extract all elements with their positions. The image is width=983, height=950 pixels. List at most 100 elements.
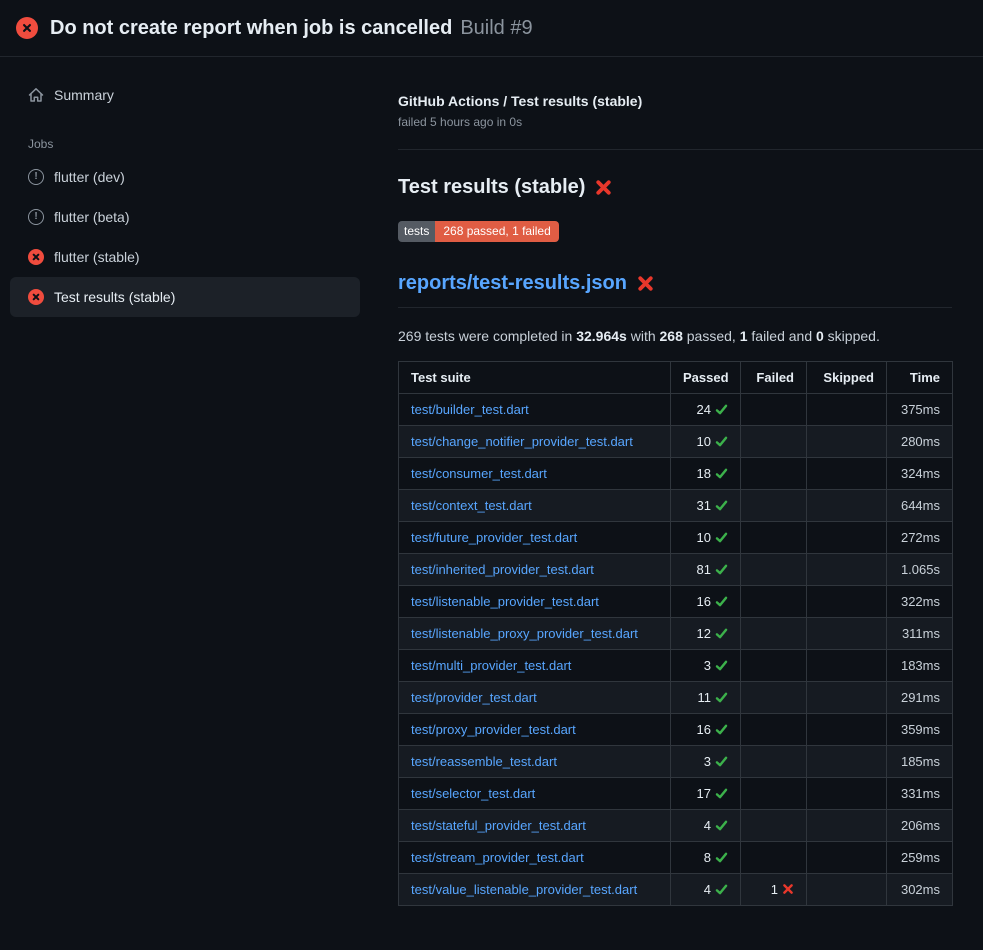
- cell-failed: [741, 394, 807, 426]
- cell-passed: 4: [671, 810, 741, 842]
- check-run-title: Test results (stable): [398, 176, 983, 199]
- check-icon: [715, 883, 728, 896]
- result-row: test/context_test.dart31644ms: [399, 490, 953, 522]
- cell-time: 359ms: [887, 714, 953, 746]
- breadcrumb: GitHub Actions / Test results (stable): [398, 93, 983, 109]
- result-row: test/inherited_provider_test.dart811.065…: [399, 554, 953, 586]
- cell-passed: 10: [671, 426, 741, 458]
- summary-duration: 32.964s: [576, 328, 627, 344]
- cell-time: 311ms: [887, 618, 953, 650]
- cell-time: 322ms: [887, 586, 953, 618]
- check-icon: [715, 403, 728, 416]
- result-row: test/change_notifier_provider_test.dart 1…: [399, 426, 953, 458]
- sidebar-job-flutter-beta[interactable]: !flutter (beta): [10, 197, 360, 237]
- suite-link[interactable]: test/future_provider_test.dart: [411, 530, 577, 545]
- result-row: test/proxy_provider_test.dart16359ms: [399, 714, 953, 746]
- cell-failed: [741, 810, 807, 842]
- suite-link[interactable]: test/stream_provider_test.dart: [411, 850, 584, 865]
- cell-suite: test/stateful_provider_test.dart: [399, 810, 671, 842]
- sidebar-job-test-results-stable[interactable]: Test results (stable): [10, 277, 360, 317]
- suite-link[interactable]: test/value_listenable_provider_test.dart: [411, 882, 637, 897]
- cell-suite: test/provider_test.dart: [399, 682, 671, 714]
- results-table-body: test/builder_test.dart24375mstest/change…: [399, 394, 953, 906]
- sidebar-job-flutter-stable[interactable]: flutter (stable): [10, 237, 360, 277]
- cell-suite: test/builder_test.dart: [399, 394, 671, 426]
- suite-link[interactable]: test/stateful_provider_test.dart: [411, 818, 586, 833]
- cell-passed: 8: [671, 842, 741, 874]
- summary-line: 269 tests were completed in 32.964s with…: [398, 328, 983, 344]
- cell-time: 259ms: [887, 842, 953, 874]
- cell-skipped: [807, 650, 887, 682]
- summary-part: passed,: [683, 328, 740, 344]
- check-icon: [715, 723, 728, 736]
- cell-suite: test/future_provider_test.dart: [399, 522, 671, 554]
- sidebar-job-flutter-dev[interactable]: ! flutter (dev): [10, 157, 360, 197]
- jobs-section-label: Jobs: [28, 137, 360, 151]
- cell-skipped: [807, 778, 887, 810]
- col-failed: Failed: [741, 362, 807, 394]
- job-label: flutter (stable): [54, 249, 140, 265]
- suite-link[interactable]: test/change_notifier_provider_test.dart: [411, 434, 633, 449]
- suite-link[interactable]: test/context_test.dart: [411, 498, 532, 513]
- suite-link[interactable]: test/builder_test.dart: [411, 402, 529, 417]
- cell-suite: test/context_test.dart: [399, 490, 671, 522]
- suite-link[interactable]: test/multi_provider_test.dart: [411, 658, 571, 673]
- cancelled-icon: !: [28, 169, 44, 185]
- cell-skipped: [807, 522, 887, 554]
- cell-failed: [741, 490, 807, 522]
- job-label: flutter (dev): [54, 169, 125, 185]
- suite-link[interactable]: test/reassemble_test.dart: [411, 754, 557, 769]
- suite-link[interactable]: test/listenable_proxy_provider_test.dart: [411, 626, 638, 641]
- cell-passed: 81: [671, 554, 741, 586]
- x-circle-fill-icon: [16, 17, 38, 39]
- summary-label: Summary: [54, 87, 114, 103]
- suite-link[interactable]: test/listenable_provider_test.dart: [411, 594, 599, 609]
- sidebar-item-summary[interactable]: Summary: [10, 77, 360, 113]
- result-row: test/reassemble_test.dart3185ms: [399, 746, 953, 778]
- page-layout: Summary Jobs ! flutter (dev) !flutter (bet…: [0, 57, 983, 950]
- results-table: Test suite Passed Failed Skipped Time te…: [398, 361, 953, 906]
- cell-time: 302ms: [887, 874, 953, 906]
- cell-time: 324ms: [887, 458, 953, 490]
- result-row: test/stream_provider_test.dart 8 259ms: [399, 842, 953, 874]
- divider: [398, 149, 983, 150]
- check-icon: [715, 467, 728, 480]
- check-icon: [715, 755, 728, 768]
- suite-link[interactable]: test/inherited_provider_test.dart: [411, 562, 594, 577]
- cell-suite: test/consumer_test.dart: [399, 458, 671, 490]
- check-icon: [715, 659, 728, 672]
- cell-failed: [741, 650, 807, 682]
- result-row: test/listenable_provider_test.dart 16 322m…: [399, 586, 953, 618]
- report-file-link[interactable]: reports/test-results.json: [398, 272, 627, 295]
- cell-passed: 3: [671, 650, 741, 682]
- suite-link[interactable]: test/provider_test.dart: [411, 690, 537, 705]
- home-icon: [28, 87, 44, 103]
- summary-part: 269 tests were completed in: [398, 328, 576, 344]
- cell-suite: test/listenable_provider_test.dart: [399, 586, 671, 618]
- summary-part: with: [627, 328, 660, 344]
- job-label: Test results (stable): [54, 289, 175, 305]
- cell-failed: [741, 458, 807, 490]
- cell-suite: test/selector_test.dart: [399, 778, 671, 810]
- cell-time: 280ms: [887, 426, 953, 458]
- suite-link[interactable]: test/proxy_provider_test.dart: [411, 722, 576, 737]
- summary-passed-count: 268: [660, 328, 683, 344]
- suite-link[interactable]: test/consumer_test.dart: [411, 466, 547, 481]
- cell-passed: 3: [671, 746, 741, 778]
- cell-passed: 18: [671, 458, 741, 490]
- cell-passed: 17: [671, 778, 741, 810]
- cell-skipped: [807, 490, 887, 522]
- cell-passed: 16: [671, 586, 741, 618]
- cell-skipped: [807, 874, 887, 906]
- suite-link[interactable]: test/selector_test.dart: [411, 786, 535, 801]
- tests-badge: tests 268 passed, 1 failed: [398, 221, 559, 242]
- result-row: test/listenable_proxy_provider_test.dart…: [399, 618, 953, 650]
- check-icon: [715, 851, 728, 864]
- check-run-title-text: Test results (stable): [398, 176, 585, 199]
- cell-suite: test/proxy_provider_test.dart: [399, 714, 671, 746]
- check-icon: [715, 499, 728, 512]
- col-skipped: Skipped: [807, 362, 887, 394]
- cell-failed: [741, 554, 807, 586]
- cell-passed: 31: [671, 490, 741, 522]
- x-circle-fill-icon: [28, 289, 44, 305]
